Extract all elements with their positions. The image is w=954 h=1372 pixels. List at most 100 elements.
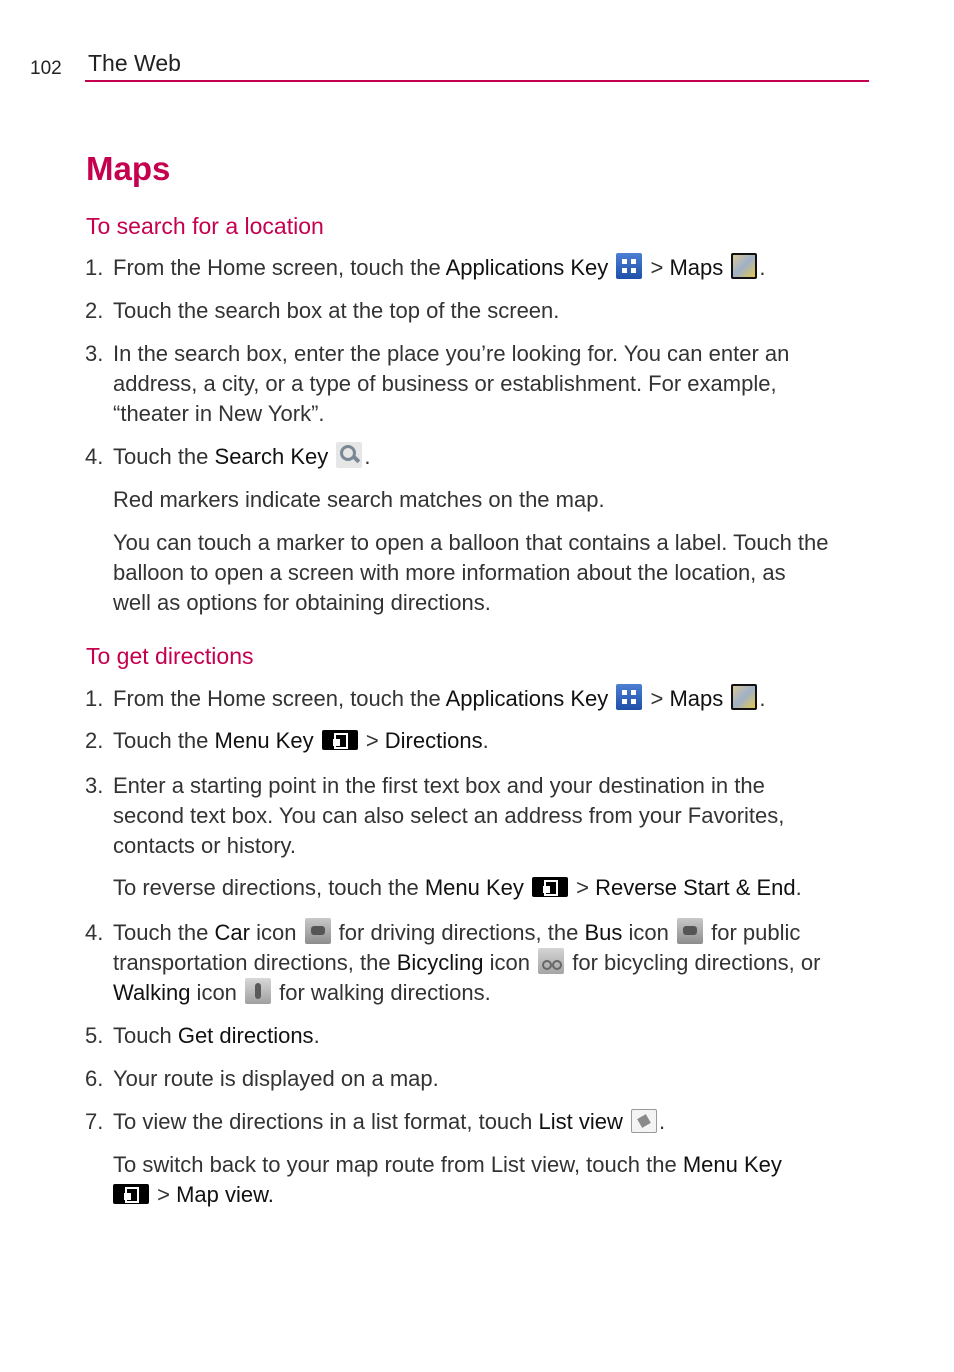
menu-key-label: Menu Key	[682, 1152, 782, 1177]
step-text: icon	[622, 920, 675, 945]
step-number: 2.	[85, 728, 104, 753]
step-text: second text box. You can also select an …	[113, 803, 785, 828]
step-number: 4.	[85, 920, 104, 945]
step-text: for driving directions, the	[332, 920, 585, 945]
directions-step-2: 2. Touch the Menu Key > Directions.	[85, 726, 489, 756]
separator: >	[644, 255, 670, 280]
bicycle-icon	[538, 948, 565, 974]
bicycling-label: Bicycling	[396, 950, 484, 975]
menu-key-label: Menu Key	[424, 875, 524, 900]
step-text: for walking directions.	[273, 980, 491, 1005]
step-number: 1.	[85, 686, 104, 711]
separator: >	[570, 875, 596, 900]
note-text: You can touch a marker to open a balloon…	[113, 530, 829, 555]
step-text: “theater in New York”.	[113, 401, 325, 426]
menu-key-icon	[113, 1184, 149, 1204]
maps-app-icon	[731, 684, 758, 710]
search-step-1: 1. From the Home screen, touch the Applic…	[85, 253, 766, 283]
step-text: icon	[190, 980, 244, 1005]
step-text: From the Home screen, touch the	[113, 255, 446, 280]
bus-icon	[676, 918, 703, 944]
directions-step-1: 1. From the Home screen, touch the Applic…	[85, 684, 766, 714]
note-text: To switch back to your map route from Li…	[113, 1152, 683, 1177]
menu-key-label: Menu Key	[214, 728, 314, 753]
reverse-directions-note: To reverse directions, touch the Menu Ke…	[113, 873, 802, 903]
step-text: Touch the	[113, 920, 215, 945]
directions-step-7: 7. To view the directions in a list forma…	[85, 1107, 665, 1137]
search-step-4: 4. Touch the Search Key .	[85, 442, 371, 472]
period: .	[759, 686, 766, 711]
reverse-start-end-label: Reverse Start & End	[595, 875, 796, 900]
step-text: transportation directions, the	[113, 950, 397, 975]
step-text: icon	[249, 920, 303, 945]
page-number: 102	[30, 58, 62, 79]
period: .	[313, 1023, 320, 1048]
applications-grid-icon	[616, 684, 643, 710]
step-text: Enter a starting point in the first text…	[113, 773, 765, 798]
walking-label: Walking	[113, 980, 191, 1005]
note-text: To reverse directions, touch the	[113, 875, 425, 900]
get-directions-label: Get directions	[177, 1023, 314, 1048]
period: .	[482, 728, 489, 753]
separator: >	[644, 686, 670, 711]
header-divider	[85, 80, 869, 82]
search-heading: To search for a location	[86, 213, 324, 239]
map-view-label: Map view.	[176, 1182, 274, 1207]
step-number: 7.	[85, 1109, 104, 1134]
separator: >	[151, 1182, 177, 1207]
note-text: well as options for obtaining directions…	[113, 590, 491, 615]
step-text: Touch the	[113, 728, 215, 753]
step-text: Touch	[113, 1023, 178, 1048]
menu-key-icon	[321, 730, 358, 750]
search-note-markers: Red markers indicate search matches on t…	[113, 487, 605, 512]
maps-label: Maps	[669, 255, 724, 280]
directions-step-5: 5. Touch Get directions.	[85, 1021, 320, 1051]
step-text: To view the directions in a list format,…	[113, 1109, 539, 1134]
car-icon	[304, 918, 331, 944]
directions-label: Directions	[384, 728, 483, 753]
step-text: In the search box, enter the place you’r…	[113, 341, 790, 366]
car-label: Car	[214, 920, 250, 945]
step-text: contacts or history.	[113, 833, 296, 858]
step-text: icon	[483, 950, 537, 975]
step-text: From the Home screen, touch the	[113, 686, 446, 711]
step-text: Your route is displayed on a map.	[113, 1066, 439, 1091]
search-icon	[336, 442, 363, 468]
switch-map-view-note: To switch back to your map route from Li…	[113, 1150, 782, 1210]
note-text: balloon to open a screen with more infor…	[113, 560, 786, 585]
period: .	[759, 255, 766, 280]
search-key-label: Search Key	[214, 444, 329, 469]
step-text: for public	[704, 920, 801, 945]
search-note-balloon: You can touch a marker to open a balloon…	[113, 528, 829, 618]
search-step-2: 2. Touch the search box at the top of the…	[85, 296, 559, 326]
maps-label: Maps	[669, 686, 724, 711]
directions-step-4: 4. Touch the Car icon for driving directi…	[85, 918, 820, 1008]
maps-app-icon	[731, 253, 758, 279]
section-title: The Web	[88, 50, 181, 76]
page-title: Maps	[86, 150, 171, 187]
list-view-icon	[631, 1109, 658, 1133]
step-text: Touch the search box at the top of the s…	[113, 298, 560, 323]
step-number: 3.	[85, 773, 104, 798]
applications-grid-icon	[616, 253, 643, 279]
directions-heading: To get directions	[86, 643, 254, 669]
directions-step-6: 6. Your route is displayed on a map.	[85, 1064, 439, 1094]
step-number: 1.	[85, 255, 104, 280]
directions-step-3: 3. Enter a starting point in the first te…	[85, 771, 784, 861]
bus-label: Bus	[584, 920, 623, 945]
period: .	[795, 875, 802, 900]
step-number: 4.	[85, 444, 104, 469]
step-text: Touch the	[113, 444, 215, 469]
step-number: 6.	[85, 1066, 104, 1091]
search-step-3: 3. In the search box, enter the place you…	[85, 339, 789, 429]
walking-icon	[245, 978, 272, 1004]
applications-key-label: Applications Key	[445, 686, 609, 711]
period: .	[659, 1109, 666, 1134]
menu-key-icon	[532, 877, 569, 897]
step-number: 3.	[85, 341, 104, 366]
period: .	[364, 444, 371, 469]
list-view-label: List view	[538, 1109, 623, 1134]
applications-key-label: Applications Key	[445, 255, 609, 280]
step-number: 2.	[85, 298, 104, 323]
step-text: for bicycling directions, or	[566, 950, 821, 975]
